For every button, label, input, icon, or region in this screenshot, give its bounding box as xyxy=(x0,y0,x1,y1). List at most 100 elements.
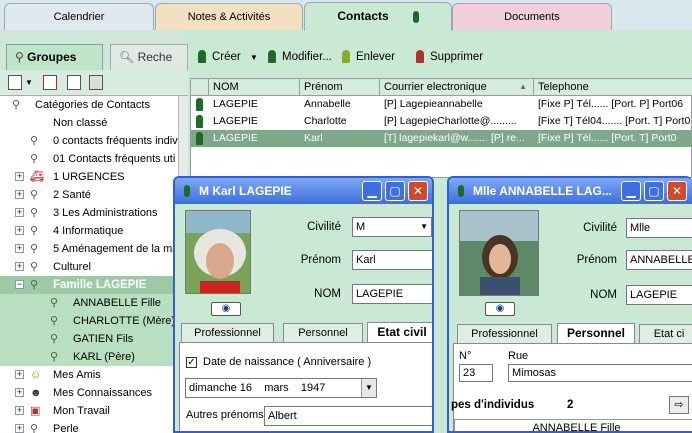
tree-item[interactable]: + ▣ Mon Travail xyxy=(0,402,188,420)
table-row[interactable]: LAGEPIE Karl [T] lagepiekarl@w....... [P] … xyxy=(191,130,692,147)
tree-item[interactable]: ⚲ Catégories de Contacts xyxy=(0,96,188,114)
autres-prenoms-field[interactable]: Albert xyxy=(264,406,432,426)
expand-icon[interactable]: + xyxy=(15,388,24,397)
tree-item[interactable]: ⚲ KARL (Père) xyxy=(0,348,188,366)
search-icon: 🔍︎ xyxy=(119,50,138,64)
dropdown-arrow-icon[interactable]: ▼ xyxy=(25,78,33,87)
tree-item[interactable]: Non classé xyxy=(0,114,188,132)
civilite-select[interactable]: Mlle xyxy=(626,218,692,238)
expand-icon[interactable]: + xyxy=(15,262,24,271)
tree-item[interactable]: + ⚲ Culturel xyxy=(0,258,188,276)
chevron-down-icon[interactable]: ▼ xyxy=(420,218,428,236)
tab-personnel[interactable]: Personnel xyxy=(557,323,635,343)
tab-professionnel[interactable]: Professionnel xyxy=(457,324,552,344)
tab-etat-civil[interactable]: Etat civil xyxy=(367,322,432,342)
tree-item[interactable]: ⚲ ANNABELLE Fille xyxy=(0,294,188,312)
view-photo-icon[interactable]: ◉ xyxy=(485,302,515,316)
tree-item[interactable]: ⚲ GATIEN Fils xyxy=(0,330,188,348)
nom-field[interactable]: LAGEPIE xyxy=(626,285,692,305)
column-header-prenom[interactable]: Prénom xyxy=(300,79,380,96)
arrow-right-icon[interactable]: ⇨ xyxy=(669,396,689,414)
tab-etat-civil[interactable]: Etat ci xyxy=(639,324,692,344)
collapse-icon[interactable]: − xyxy=(15,280,24,289)
expand-icon[interactable]: + xyxy=(15,190,24,199)
minimize-button[interactable]: ▁ xyxy=(621,181,641,201)
list-icon[interactable] xyxy=(89,75,103,90)
maximize-button[interactable]: ▢ xyxy=(385,181,405,201)
dob-checkbox[interactable]: ✓ xyxy=(186,357,197,368)
person-add-icon xyxy=(198,50,206,64)
new-document-icon[interactable] xyxy=(8,75,22,90)
person-icon: ⚲ xyxy=(50,315,59,327)
dob-label: Date de naissance ( Anniversaire ) xyxy=(203,356,372,368)
prenom-field[interactable]: Karl xyxy=(352,250,432,270)
tree-item[interactable]: + ⚲ 4 Informatique xyxy=(0,222,188,240)
column-header-nom[interactable]: NOM xyxy=(209,79,300,96)
create-button[interactable]: Créer ▼ xyxy=(198,49,258,65)
delete-group-icon[interactable] xyxy=(43,75,57,90)
tab-calendrier[interactable]: Calendrier xyxy=(4,3,154,30)
nom-field[interactable]: LAGEPIE xyxy=(352,284,432,304)
numero-label: N° xyxy=(459,350,472,362)
person-icon xyxy=(412,10,419,23)
tab-personnel[interactable]: Personnel xyxy=(283,323,363,343)
minimize-button[interactable]: ▁ xyxy=(362,181,382,201)
table-header-blank xyxy=(191,79,209,96)
rue-field[interactable]: Mimosas xyxy=(508,364,692,382)
table-row[interactable]: LAGEPIE Charlotte [P] LagepieCharlotte@...… xyxy=(191,113,692,130)
expand-icon[interactable]: + xyxy=(15,406,24,415)
tree-item-label: 1 URGENCES xyxy=(53,171,125,183)
expand-icon[interactable]: + xyxy=(15,208,24,217)
column-header-email[interactable]: Courrier electronique ▲ xyxy=(380,79,534,96)
table-cell: [P] LagepieCharlotte@......... xyxy=(384,115,517,127)
table-cell: Charlotte xyxy=(304,115,347,127)
expand-icon[interactable]: + xyxy=(15,370,24,379)
expand-icon[interactable]: + xyxy=(15,172,24,181)
expand-icon[interactable]: + xyxy=(15,424,24,433)
card-title: Mlle ANNABELLE LAG... xyxy=(473,184,612,198)
table-row[interactable]: LAGEPIE Annabelle [P] Lagepieannabelle [Fix… xyxy=(191,96,692,113)
tree-item[interactable]: + ⚲ 3 Les Administrations xyxy=(0,204,188,222)
expand-icon[interactable]: + xyxy=(15,244,24,253)
dropdown-arrow-icon[interactable]: ▼ xyxy=(250,53,258,62)
tree-item[interactable]: + ⚲ 5 Aménagement de la ma xyxy=(0,240,188,258)
tree-item[interactable]: + 🚑︎ 1 URGENCES xyxy=(0,168,188,186)
image-icon[interactable] xyxy=(67,75,81,90)
tree-item[interactable]: ⚲ CHARLOTTE (Mère) xyxy=(0,312,188,330)
delete-button[interactable]: Supprimer xyxy=(416,49,483,65)
civilite-select[interactable]: M ▼ xyxy=(352,217,432,237)
prenom-field[interactable]: ANNABELLE xyxy=(626,250,692,270)
tab-documents[interactable]: Documents xyxy=(452,3,612,30)
tree-item[interactable]: + ⚲ Perle xyxy=(0,420,188,433)
chevron-down-icon[interactable]: ▼ xyxy=(361,379,376,397)
tree-item-label: Culturel xyxy=(53,261,91,273)
group-icon: ⚲ xyxy=(30,261,39,273)
civilite-label: Civilité xyxy=(583,222,617,234)
expand-icon[interactable]: + xyxy=(15,226,24,235)
tab-recherche[interactable]: 🔍︎ Reche xyxy=(110,44,188,70)
maximize-button[interactable]: ▢ xyxy=(644,181,664,201)
tree-item[interactable]: ⚲ 01 Contacts fréquents uti xyxy=(0,150,188,168)
tab-professionnel[interactable]: Professionnel xyxy=(181,323,274,343)
close-button[interactable]: ✕ xyxy=(408,181,428,201)
group-member-item[interactable]: ANNABELLE Fille xyxy=(454,419,692,431)
tree-item[interactable]: ⚲ 0 contacts fréquents indiv xyxy=(0,132,188,150)
group-icon: ⚲ xyxy=(12,99,21,111)
groups-panel: ⚲ Groupes 🔍︎ Reche ▼ ⚲ Catégories de Cont… xyxy=(0,30,188,433)
view-photo-icon[interactable]: ◉ xyxy=(211,302,241,316)
tree-item[interactable]: + ☺ Mes Amis xyxy=(0,366,188,384)
column-header-telephone[interactable]: Telephone xyxy=(534,79,692,96)
close-button[interactable]: ✕ xyxy=(667,181,687,201)
modify-button[interactable]: Modifier... xyxy=(268,49,332,65)
tab-groupes[interactable]: ⚲ Groupes xyxy=(6,44,103,70)
tree-item[interactable]: + ⚲ 2 Santé xyxy=(0,186,188,204)
tab-notes-activites[interactable]: Notes & Activités xyxy=(155,3,303,30)
tree-item-label: GATIEN Fils xyxy=(73,333,134,345)
tab-contacts[interactable]: Contacts xyxy=(304,2,452,31)
tree-item[interactable]: − ⚲ Famille LAGEPIE xyxy=(0,276,188,294)
numero-field[interactable]: 23 xyxy=(459,364,493,382)
group-icon: ⚲ xyxy=(30,189,39,201)
tree-item[interactable]: + ☻ Mes Connaissances xyxy=(0,384,188,402)
dob-date-picker[interactable]: dimanche 16 mars 1947 ▼ xyxy=(185,378,377,398)
remove-button[interactable]: Enlever xyxy=(342,49,395,65)
